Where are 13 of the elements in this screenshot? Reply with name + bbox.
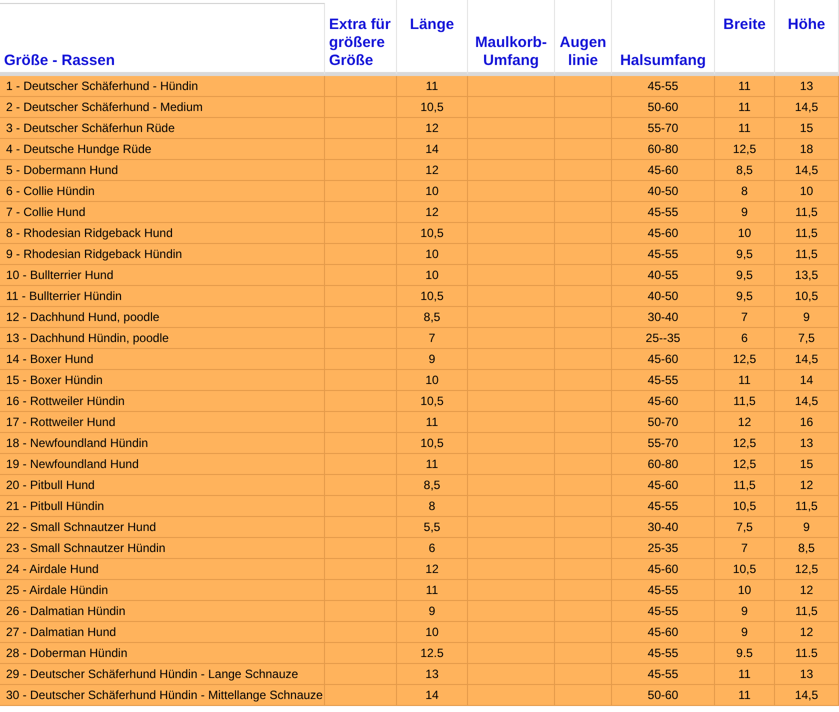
table-cell: 50-60 [612, 685, 715, 706]
column-header: Augen linie [555, 0, 612, 74]
table-cell: 11 [715, 685, 775, 706]
column-header: Breite [715, 0, 775, 74]
column-header: Größe - Rassen [0, 3, 325, 74]
table-cell: 14,5 [775, 685, 839, 706]
table-cell: 14 [397, 685, 468, 706]
column-header: Halsumfang [612, 0, 715, 74]
column-header: Maulkorb-Umfang [468, 0, 555, 74]
column-header: Länge [397, 0, 468, 74]
column-header: Extra für größere Größe [325, 0, 397, 74]
table-cell: 30 - Deutscher Schäferhund Hündin - Mittellange Schnauze [0, 685, 325, 706]
column-header: Höhe [775, 0, 839, 74]
